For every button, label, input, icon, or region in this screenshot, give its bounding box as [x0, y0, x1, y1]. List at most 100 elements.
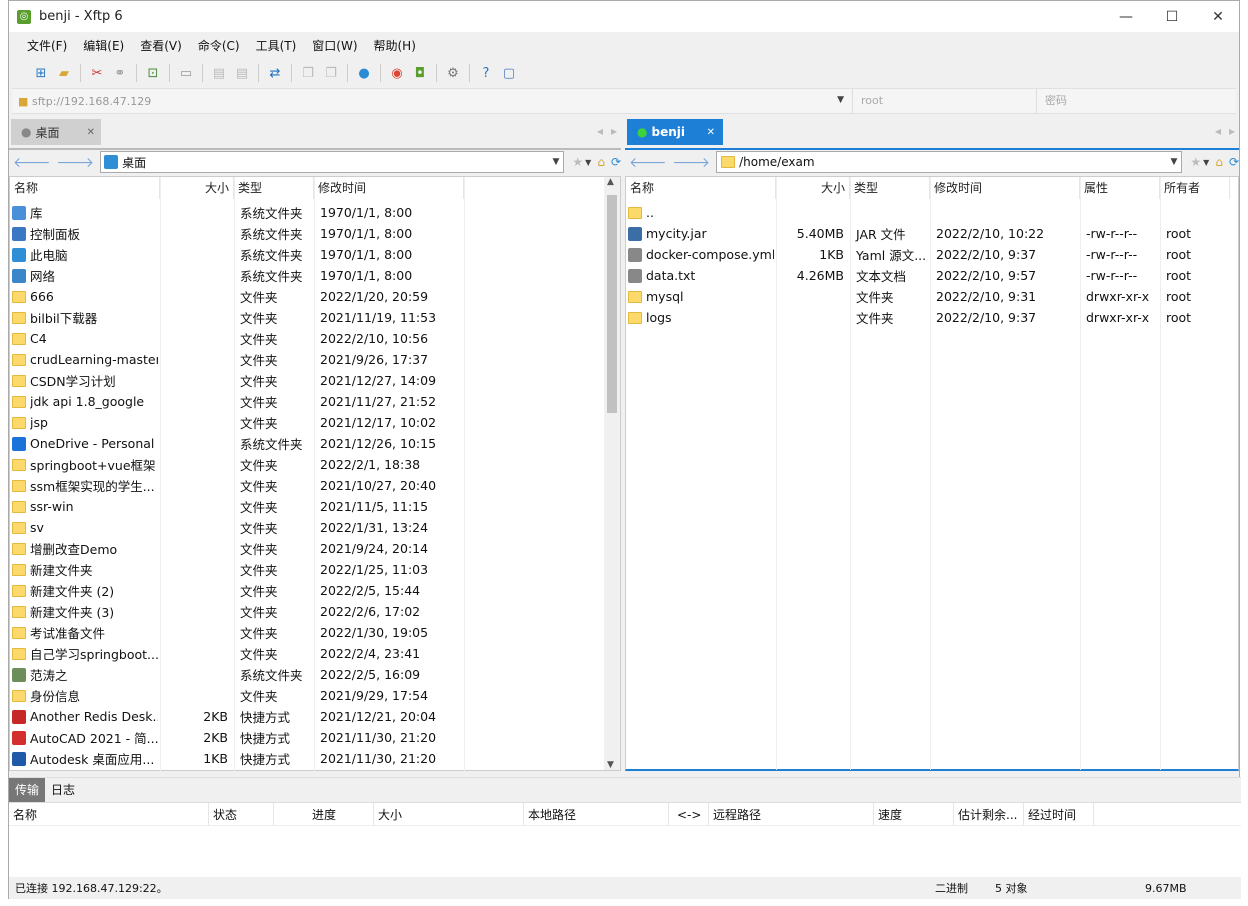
xftp-new-icon[interactable]: ◘ [410, 63, 430, 83]
maximize-button[interactable]: ☐ [1149, 1, 1195, 32]
refresh-icon[interactable]: ⟳ [611, 155, 621, 169]
menu-command[interactable]: 命令(C) [190, 37, 248, 54]
col-eta[interactable]: 估计剩余... [954, 803, 1024, 825]
file-row[interactable]: ssr-win 文件夹 2021/11/5, 11:15 [12, 496, 606, 517]
tab-desktop[interactable]: ● 桌面 ✕ [11, 119, 101, 145]
col-type[interactable]: 类型 [850, 177, 930, 199]
star-icon[interactable]: ★ [572, 155, 583, 169]
col-size[interactable]: 大小 [374, 803, 524, 825]
minimize-button[interactable]: — [1103, 1, 1149, 32]
tab-transfer[interactable]: 传输 [9, 778, 45, 802]
scroll-thumb[interactable] [607, 195, 617, 413]
file-row[interactable]: 新建文件夹 (3) 文件夹 2022/2/6, 17:02 [12, 601, 606, 622]
file-row[interactable]: sv 文件夹 2022/1/31, 13:24 [12, 517, 606, 538]
file-row[interactable]: crudLearning-master 文件夹 2021/9/26, 17:37 [12, 349, 606, 370]
sync-icon[interactable]: ⊡ [143, 63, 163, 83]
download-icon[interactable]: ▤ [232, 63, 252, 83]
col-name[interactable]: 名称 [10, 177, 160, 199]
chevron-down-icon[interactable]: ▼ [837, 95, 844, 105]
col-type[interactable]: 类型 [234, 177, 314, 199]
file-row[interactable]: 此电脑 系统文件夹 1970/1/1, 8:00 [12, 244, 606, 265]
xshell-icon[interactable]: ◉ [387, 63, 407, 83]
chevron-down-icon[interactable]: ▼ [1203, 158, 1209, 167]
new-session-icon[interactable]: ⊞ [31, 63, 51, 83]
file-row[interactable]: Autodesk 桌面应用... 1KB 快捷方式 2021/11/30, 21:20 [12, 748, 606, 769]
chevron-down-icon[interactable]: ▼ [585, 158, 591, 167]
star-icon[interactable]: ★ [1190, 155, 1201, 169]
menu-window[interactable]: 窗口(W) [304, 37, 365, 54]
file-row[interactable]: docker-compose.yml 1KB Yaml 源文... 2022/2/10… [628, 244, 1236, 265]
chevron-down-icon[interactable]: ▼ [1170, 157, 1177, 167]
username-field[interactable]: root [852, 88, 1036, 114]
file-row[interactable]: mycity.jar 5.40MB JAR 文件 2022/2/10, 10:22 -r… [628, 223, 1236, 244]
file-row[interactable]: data.txt 4.26MB 文本文档 2022/2/10, 9:57 -rw-r--… [628, 265, 1236, 286]
menu-tools[interactable]: 工具(T) [248, 37, 305, 54]
transfer-icon[interactable]: ⇄ [265, 63, 285, 83]
right-path-input[interactable]: /home/exam ▼ [716, 151, 1183, 173]
close-button[interactable]: ✕ [1195, 1, 1241, 32]
col-direction[interactable]: <-> [669, 803, 709, 825]
menu-edit[interactable]: 编辑(E) [75, 37, 132, 54]
left-path-input[interactable]: 桌面 ▼ [100, 151, 565, 173]
scroll-up-icon[interactable]: ▲ [607, 177, 614, 187]
back-icon[interactable]: 🡐 [629, 154, 667, 171]
password-field[interactable]: 密码 [1036, 88, 1216, 114]
file-row[interactable]: 新建文件夹 (2) 文件夹 2022/2/5, 15:44 [12, 580, 606, 601]
file-row[interactable]: 自己学习springboot... 文件夹 2022/2/4, 23:41 [12, 643, 606, 664]
col-progress[interactable]: 进度 [274, 803, 374, 825]
file-row[interactable]: 增删改查Demo 文件夹 2021/9/24, 20:14 [12, 538, 606, 559]
paste-icon[interactable]: ❐ [321, 63, 341, 83]
col-mtime[interactable]: 修改时间 [930, 177, 1080, 199]
file-row[interactable]: AutoCAD 2021 - 简... 2KB 快捷方式 2021/11/30, 21… [12, 727, 606, 748]
file-row[interactable]: 网络 系统文件夹 1970/1/1, 8:00 [12, 265, 606, 286]
file-row[interactable]: CSDN学习计划 文件夹 2021/12/27, 14:09 [12, 370, 606, 391]
close-tab-icon[interactable]: ✕ [87, 127, 95, 138]
file-row[interactable]: 库 系统文件夹 1970/1/1, 8:00 [12, 202, 606, 223]
copy-icon[interactable]: ❐ [298, 63, 318, 83]
tab-prev-icon[interactable]: ◂ [597, 124, 603, 138]
file-row[interactable]: mysql 文件夹 2022/2/10, 9:31 drwxr-xr-x root [628, 286, 1236, 307]
col-remote-path[interactable]: 远程路径 [709, 803, 874, 825]
file-row[interactable]: 控制面板 系统文件夹 1970/1/1, 8:00 [12, 223, 606, 244]
file-row[interactable]: logs 文件夹 2022/2/10, 9:37 drwxr-xr-x root [628, 307, 1236, 328]
file-row[interactable]: bilbil下载器 文件夹 2021/11/19, 11:53 [12, 307, 606, 328]
open-folder-icon[interactable]: ▰ [54, 63, 74, 83]
scroll-down-icon[interactable]: ▼ [607, 760, 614, 770]
forward-icon[interactable]: 🡒 [57, 154, 95, 171]
col-status[interactable]: 状态 [209, 803, 274, 825]
file-row[interactable]: 考试准备文件 文件夹 2022/1/30, 19:05 [12, 622, 606, 643]
file-row[interactable]: 范涛之 系统文件夹 2022/2/5, 16:09 [12, 664, 606, 685]
tab-prev-icon[interactable]: ◂ [1215, 124, 1221, 138]
tab-benji[interactable]: ● benji ✕ [627, 119, 723, 145]
preview-icon[interactable]: ▭ [176, 63, 196, 83]
back-icon[interactable]: 🡐 [13, 154, 51, 171]
globe-icon[interactable]: ● [354, 63, 374, 83]
col-size[interactable]: 大小 [160, 177, 234, 199]
col-attr[interactable]: 属性 [1080, 177, 1160, 199]
file-row[interactable]: C4 文件夹 2022/2/10, 10:56 [12, 328, 606, 349]
menu-view[interactable]: 查看(V) [132, 37, 190, 54]
col-mtime[interactable]: 修改时间 [314, 177, 464, 199]
left-scrollbar[interactable]: ▲ ▼ [604, 177, 620, 770]
connect-icon[interactable]: ✂ [87, 63, 107, 83]
col-local-path[interactable]: 本地路径 [524, 803, 669, 825]
col-elapsed[interactable]: 经过时间 [1024, 803, 1094, 825]
col-name[interactable]: 名称 [9, 803, 209, 825]
address-url[interactable]: ■ sftp://192.168.47.129 ▼ [12, 95, 852, 108]
upload-icon[interactable]: ▤ [209, 63, 229, 83]
close-tab-icon[interactable]: ✕ [707, 127, 715, 138]
disconnect-icon[interactable]: ⚭ [110, 63, 130, 83]
menu-help[interactable]: 帮助(H) [366, 37, 424, 54]
chevron-down-icon[interactable]: ▼ [552, 157, 559, 167]
home-icon[interactable]: ⌂ [597, 155, 605, 169]
file-row[interactable]: jdk api 1.8_google 文件夹 2021/11/27, 21:52 [12, 391, 606, 412]
refresh-icon[interactable]: ⟳ [1229, 155, 1239, 169]
file-row[interactable]: 身份信息 文件夹 2021/9/29, 17:54 [12, 685, 606, 706]
help-icon[interactable]: ? [476, 63, 496, 83]
col-name[interactable]: 名称 [626, 177, 776, 199]
file-row[interactable]: OneDrive - Personal 系统文件夹 2021/12/26, 10:1… [12, 433, 606, 454]
file-row[interactable]: 666 文件夹 2022/1/20, 20:59 [12, 286, 606, 307]
file-row[interactable]: 新建文件夹 文件夹 2022/1/25, 11:03 [12, 559, 606, 580]
tab-next-icon[interactable]: ▸ [1229, 124, 1235, 138]
file-row[interactable]: springboot+vue框架 文件夹 2022/2/1, 18:38 [12, 454, 606, 475]
